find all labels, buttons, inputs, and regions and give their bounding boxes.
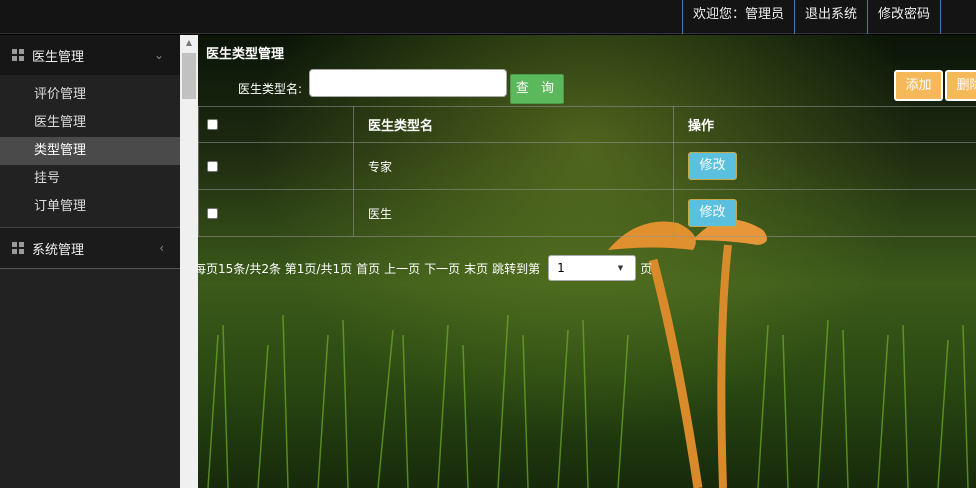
table-header-select — [198, 106, 354, 143]
welcome-text: 欢迎您：管理员 — [681, 0, 794, 34]
table-header-actions: 操作 — [673, 106, 976, 143]
search-label: 医生类型名: — [238, 82, 303, 96]
table-cell-name: 专家 — [353, 142, 674, 190]
delete-button[interactable]: 删除 — [945, 70, 976, 101]
pagination: 每页15条/共2条 第1页/共1页 首页 上一页 下一页 末页 跳转到第 1 ▼… — [198, 255, 656, 281]
sidebar-group-system[interactable]: 系统管理 ‹ — [0, 228, 180, 268]
pager-jump-label: 跳转到第 — [492, 261, 541, 276]
vertical-scrollbar[interactable]: ▲ — [180, 35, 198, 488]
page-select[interactable]: 1 ▼ — [548, 255, 637, 281]
sidebar-divider — [0, 268, 180, 269]
pager-next-link[interactable]: 下一页 — [424, 260, 460, 277]
search-input[interactable] — [309, 69, 507, 97]
row-checkbox[interactable] — [207, 161, 218, 172]
grid-icon — [12, 49, 24, 61]
add-button[interactable]: 添加 — [894, 70, 943, 101]
table-cell-actions: 修改 — [673, 189, 976, 237]
pager-summary: 每页15条/共2条 第1页/共1页 — [198, 261, 353, 276]
sidebar-group-doctor[interactable]: 医生管理 ⌄ — [0, 35, 180, 75]
table-header-row: 医生类型名 操作 — [198, 106, 976, 143]
scroll-up-icon[interactable]: ▲ — [180, 35, 198, 51]
sidebar-item-orders[interactable]: 订单管理 — [0, 193, 180, 221]
logout-link[interactable]: 退出系统 — [793, 0, 867, 34]
sidebar-group-label: 系统管理 — [32, 242, 85, 258]
table-cell-select — [198, 142, 354, 190]
sidebar-item-reviews[interactable]: 评价管理 — [0, 81, 180, 109]
sidebar-group-label: 医生管理 — [32, 49, 85, 65]
grid-icon — [12, 242, 24, 254]
table-cell-select — [198, 189, 354, 237]
table-row: 专家 修改 — [198, 142, 976, 190]
sidebar-item-doctors[interactable]: 医生管理 — [0, 109, 180, 137]
sidebar-item-types[interactable]: 类型管理 — [0, 137, 180, 165]
doctor-type-table: 医生类型名 操作 专家 修改 医生 修改 — [198, 106, 976, 237]
change-password-link[interactable]: 修改密码 — [866, 0, 941, 34]
sidebar-submenu: 评价管理 医生管理 类型管理 挂号 订单管理 — [0, 75, 180, 228]
select-all-checkbox[interactable] — [207, 119, 218, 130]
sidebar: 医生管理 ⌄ 评价管理 医生管理 类型管理 挂号 订单管理 系统管理 ‹ — [0, 35, 180, 488]
row-checkbox[interactable] — [207, 208, 218, 219]
scrollbar-thumb[interactable] — [182, 53, 196, 99]
caret-down-icon: ▼ — [617, 264, 624, 272]
pager-first-link[interactable]: 首页 — [356, 260, 380, 277]
sidebar-item-registration[interactable]: 挂号 — [0, 165, 180, 193]
page-select-value: 1 — [557, 261, 565, 275]
search-button[interactable]: 查 询 — [510, 74, 564, 104]
table-cell-name: 医生 — [353, 189, 674, 237]
pager-suffix: 页 — [640, 261, 653, 276]
chevron-left-icon: ‹ — [159, 241, 164, 255]
edit-button[interactable]: 修改 — [688, 152, 737, 180]
pager-last-link[interactable]: 末页 — [464, 260, 488, 277]
page-title: 医生类型管理 — [206, 47, 285, 62]
main-content: 医生类型管理 医生类型名: 查 询 添加 删除 医生类型名 操作 专家 修改 医… — [198, 35, 976, 488]
top-bar-links: 欢迎您：管理员 退出系统 修改密码 — [681, 0, 941, 34]
edit-button[interactable]: 修改 — [688, 199, 737, 227]
chevron-down-icon: ⌄ — [153, 48, 164, 62]
pager-prev-link[interactable]: 上一页 — [384, 260, 420, 277]
table-row: 医生 修改 — [198, 189, 976, 237]
top-bar: 欢迎您：管理员 退出系统 修改密码 — [0, 0, 976, 34]
table-header-name: 医生类型名 — [353, 106, 674, 143]
table-cell-actions: 修改 — [673, 142, 976, 190]
